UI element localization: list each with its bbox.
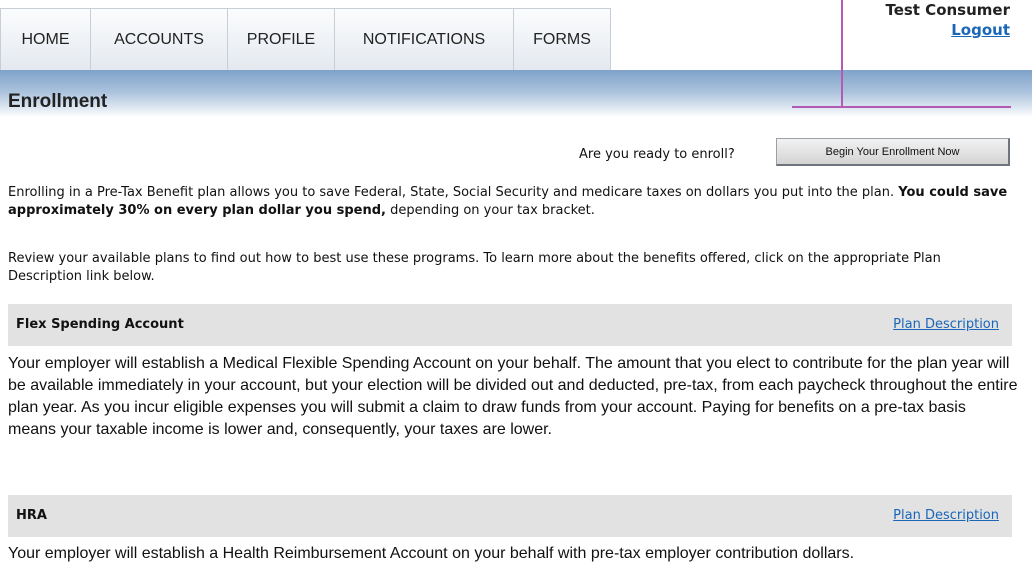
nav-tab-home[interactable]: HOME: [0, 8, 91, 70]
page: HOME ACCOUNTS PROFILE NOTIFICATIONS FORM…: [0, 0, 1032, 565]
logout-link[interactable]: Logout: [885, 20, 1010, 40]
review-paragraph: Review your available plans to find out …: [8, 251, 941, 284]
intro-text-after: depending on your tax bracket.: [385, 203, 595, 218]
nav-tab-profile[interactable]: PROFILE: [227, 8, 335, 70]
plan-name: Flex Spending Account: [16, 317, 184, 332]
annotation-line-horizontal: [792, 106, 1011, 108]
plan-description-link[interactable]: Plan Description: [893, 508, 999, 523]
user-name: Test Consumer: [885, 1, 1010, 19]
plan-header-fsa: Flex Spending Account Plan Description: [8, 304, 1012, 346]
annotation-line-vertical: [841, 0, 843, 108]
begin-enrollment-button[interactable]: Begin Your Enrollment Now: [776, 138, 1010, 166]
main-nav: HOME ACCOUNTS PROFILE NOTIFICATIONS FORM…: [0, 8, 611, 71]
intro-text-before: Enrolling in a Pre-Tax Benefit plan allo…: [8, 185, 899, 200]
nav-tab-forms[interactable]: FORMS: [513, 8, 611, 70]
intro-paragraph: Enrolling in a Pre-Tax Benefit plan allo…: [8, 184, 1018, 220]
user-box: Test Consumer Logout: [885, 0, 1010, 40]
plan-description-text: Your employer will establish a Medical F…: [8, 355, 1018, 438]
plan-description-text: Your employer will establish a Health Re…: [8, 545, 855, 562]
plan-header-hra: HRA Plan Description: [8, 495, 1012, 537]
nav-tab-accounts[interactable]: ACCOUNTS: [90, 8, 228, 70]
plan-name: HRA: [16, 508, 47, 523]
nav-tab-notifications[interactable]: NOTIFICATIONS: [334, 8, 514, 70]
plan-description-link[interactable]: Plan Description: [893, 317, 999, 332]
page-title: Enrollment: [8, 91, 108, 112]
enroll-prompt: Are you ready to enroll?: [579, 147, 735, 162]
header-band: [0, 70, 1032, 117]
